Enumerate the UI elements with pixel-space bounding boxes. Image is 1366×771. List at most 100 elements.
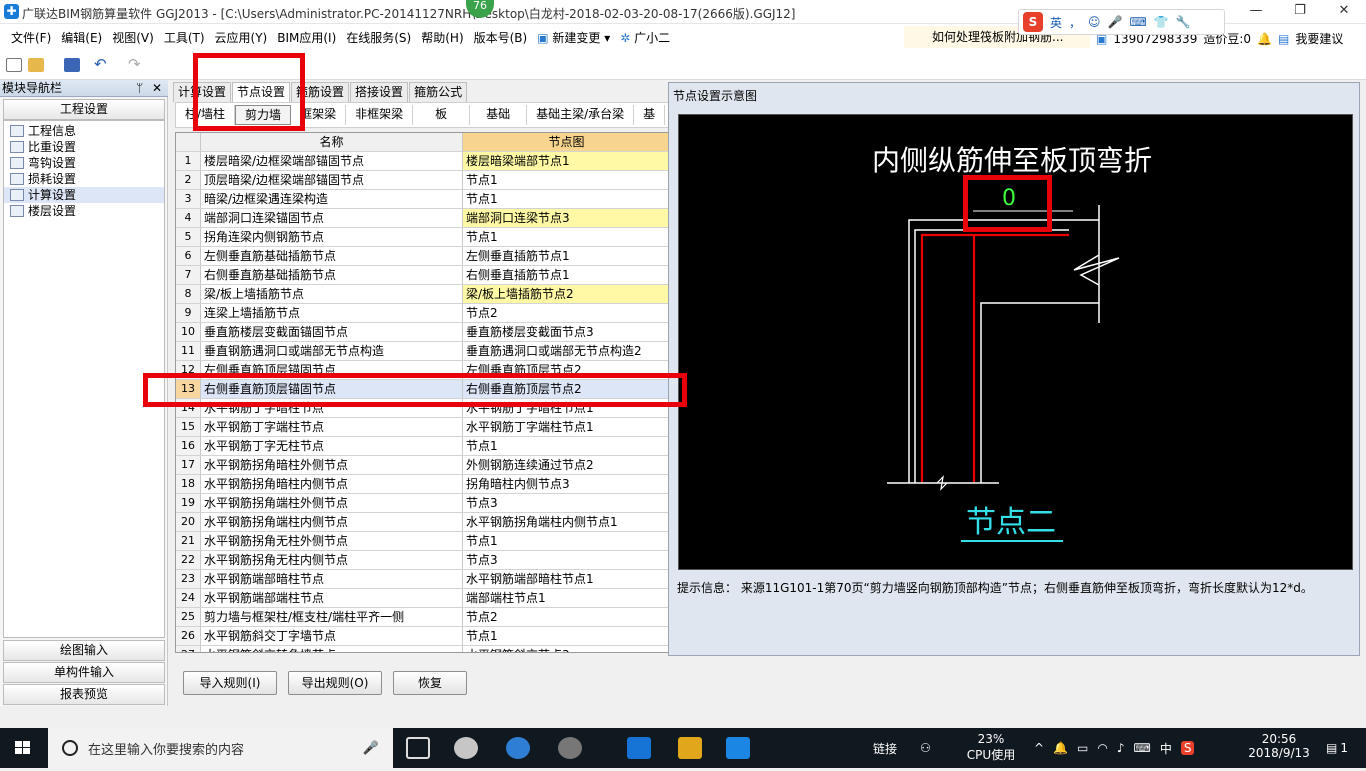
- browser-icon[interactable]: [558, 737, 582, 759]
- table-row[interactable]: 1 楼层暗梁/边框梁端部锚固节点 楼层暗梁端部节点1: [176, 152, 668, 171]
- row-name[interactable]: 水平钢筋拐角端柱外侧节点: [201, 494, 463, 512]
- table-row[interactable]: 4 端部洞口连梁锚固节点 端部洞口连梁节点3: [176, 209, 668, 228]
- section-report-preview[interactable]: 报表预览: [3, 684, 165, 705]
- tools-icon[interactable]: 🔧: [1176, 15, 1191, 29]
- tree-item-loss[interactable]: 损耗设置: [4, 171, 164, 187]
- keyboard-icon[interactable]: ⌨: [1130, 15, 1147, 29]
- pin-icon[interactable]: ᛘ: [136, 80, 143, 96]
- skin-icon[interactable]: 👕: [1154, 15, 1169, 29]
- row-name[interactable]: 垂直筋楼层变截面锚固节点: [201, 323, 463, 341]
- row-name[interactable]: 水平钢筋拐角无柱内侧节点: [201, 551, 463, 569]
- tree-item-floor[interactable]: 楼层设置: [4, 203, 164, 219]
- row-name[interactable]: 端部洞口连梁锚固节点: [201, 209, 463, 227]
- minimize-button[interactable]: —: [1234, 2, 1278, 22]
- table-row[interactable]: 25 剪力墙与框架柱/框支柱/端柱平齐一侧 节点2: [176, 608, 668, 627]
- battery-icon[interactable]: ▭: [1077, 741, 1088, 755]
- fan-app-icon[interactable]: [454, 737, 478, 759]
- bell-icon[interactable]: 🔔: [1257, 32, 1272, 46]
- table-row[interactable]: 5 拐角连梁内侧钢筋节点 节点1: [176, 228, 668, 247]
- row-name[interactable]: 暗梁/边框梁遇连梁构造: [201, 190, 463, 208]
- table-row[interactable]: 6 左侧垂直筋基础插筋节点 左侧垂直插筋节点1: [176, 247, 668, 266]
- table-row[interactable]: 21 水平钢筋拐角无柱外侧节点 节点1: [176, 532, 668, 551]
- restore-button[interactable]: 恢复: [393, 671, 467, 695]
- wifi-icon[interactable]: ◠: [1097, 741, 1107, 755]
- row-node[interactable]: 端部端柱节点1: [463, 589, 668, 607]
- people-icon[interactable]: ⚇: [920, 728, 931, 768]
- action-center[interactable]: ▤ 1: [1326, 728, 1348, 768]
- row-node[interactable]: 节点3: [463, 494, 668, 512]
- row-name[interactable]: 梁/板上墙插筋节点: [201, 285, 463, 303]
- table-row[interactable]: 23 水平钢筋端部暗柱节点 水平钢筋端部暗柱节点1: [176, 570, 668, 589]
- lang-indicator[interactable]: 中: [1160, 740, 1172, 757]
- table-row[interactable]: 26 水平钢筋斜交丁字墙节点 节点1: [176, 627, 668, 646]
- table-row[interactable]: 16 水平钢筋丁字无柱节点 节点1: [176, 437, 668, 456]
- row-node[interactable]: 拐角暗柱内侧节点3: [463, 475, 668, 493]
- row-node[interactable]: 节点1: [463, 228, 668, 246]
- windows-start-button[interactable]: [0, 728, 46, 768]
- row-name[interactable]: 顶层暗梁/边框梁端部锚固节点: [201, 171, 463, 189]
- row-name[interactable]: 垂直钢筋遇洞口或端部无节点构造: [201, 342, 463, 360]
- row-name[interactable]: 水平钢筋拐角无柱外侧节点: [201, 532, 463, 550]
- row-name[interactable]: 拐角连梁内侧钢筋节点: [201, 228, 463, 246]
- save-icon[interactable]: [64, 58, 80, 72]
- row-name[interactable]: 左侧垂直筋基础插筋节点: [201, 247, 463, 265]
- row-node[interactable]: 垂直筋楼层变截面节点3: [463, 323, 668, 341]
- menu-online[interactable]: 在线服务(S): [341, 29, 416, 46]
- tab-stirrup-formula[interactable]: 箍筋公式: [409, 82, 468, 102]
- row-name[interactable]: 水平钢筋斜交丁字墙节点: [201, 627, 463, 645]
- mic-icon[interactable]: 🎤: [1108, 15, 1123, 29]
- close-button[interactable]: ✕: [1322, 2, 1366, 22]
- table-row[interactable]: 27水平钢筋斜交转角墙节点水平钢筋斜交节点3: [176, 646, 668, 652]
- row-node[interactable]: 外侧钢筋连续通过节点2: [463, 456, 668, 474]
- tab-lap-settings[interactable]: 搭接设置: [350, 82, 409, 102]
- table-row[interactable]: 3 暗梁/边框梁遇连梁构造 节点1: [176, 190, 668, 209]
- notification-bell-icon[interactable]: 🔔: [1053, 741, 1068, 755]
- chevron-up-icon[interactable]: ^: [1034, 741, 1044, 755]
- table-row[interactable]: 17 水平钢筋拐角暗柱外侧节点 外侧钢筋连续通过节点2: [176, 456, 668, 475]
- row-name[interactable]: 水平钢筋丁字无柱节点: [201, 437, 463, 455]
- volume-icon[interactable]: ♪: [1117, 741, 1125, 755]
- open-folder-icon[interactable]: [28, 58, 44, 72]
- subtab-more[interactable]: 基: [634, 105, 666, 125]
- section-drawing-input[interactable]: 绘图输入: [3, 640, 165, 661]
- ie-icon[interactable]: [506, 737, 530, 759]
- undo-icon[interactable]: ↶: [94, 55, 107, 73]
- ime-lang[interactable]: 英: [1050, 14, 1062, 31]
- menu-version[interactable]: 版本号(B): [469, 29, 533, 46]
- menu-help[interactable]: 帮助(H): [416, 29, 468, 46]
- menu-guang-xiaoer[interactable]: ✲ 广小二: [615, 29, 675, 46]
- menu-cloud[interactable]: 云应用(Y): [210, 29, 273, 46]
- row-node[interactable]: 水平钢筋端部暗柱节点1: [463, 570, 668, 588]
- menu-tools[interactable]: 工具(T): [159, 29, 210, 46]
- row-node[interactable]: 节点1: [463, 627, 668, 645]
- table-row[interactable]: 7 右侧垂直筋基础插筋节点 右侧垂直插筋节点1: [176, 266, 668, 285]
- close-nav-icon[interactable]: ✕: [152, 80, 162, 96]
- redo-icon[interactable]: ↷: [128, 55, 141, 73]
- export-rules-button[interactable]: 导出规则(O): [288, 671, 382, 695]
- row-name[interactable]: 水平钢筋端部暗柱节点: [201, 570, 463, 588]
- sogou-tray-icon[interactable]: S: [1180, 741, 1195, 755]
- row-node[interactable]: 垂直筋遇洞口或端部无节点构造2: [463, 342, 668, 360]
- section-single-input[interactable]: 单构件输入: [3, 662, 165, 683]
- row-name[interactable]: 水平钢筋斜交转角墙节点: [201, 646, 463, 652]
- clock[interactable]: 20:56 2018/9/13: [1244, 732, 1314, 760]
- tray-link[interactable]: 链接: [873, 728, 897, 768]
- suggest-link[interactable]: 我要建议: [1295, 30, 1343, 47]
- subtab-foundation-beam[interactable]: 基础主梁/承台梁: [527, 105, 635, 125]
- row-name[interactable]: 水平钢筋拐角暗柱外侧节点: [201, 456, 463, 474]
- table-row[interactable]: 2 顶层暗梁/边框梁端部锚固节点 节点1: [176, 171, 668, 190]
- tree-item-density[interactable]: 比重设置: [4, 139, 164, 155]
- row-name[interactable]: 水平钢筋拐角端柱内侧节点: [201, 513, 463, 531]
- row-name[interactable]: 连梁上墙插筋节点: [201, 304, 463, 322]
- table-row[interactable]: 10 垂直筋楼层变截面锚固节点 垂直筋楼层变截面节点3: [176, 323, 668, 342]
- new-file-icon[interactable]: [6, 58, 22, 72]
- microphone-icon[interactable]: 🎤: [363, 741, 379, 756]
- menu-view[interactable]: 视图(V): [107, 29, 159, 46]
- maximize-button[interactable]: ❐: [1278, 2, 1322, 22]
- menu-file[interactable]: 文件(F): [6, 29, 56, 46]
- row-node[interactable]: 节点1: [463, 190, 668, 208]
- row-node[interactable]: 梁/板上墙插筋节点2: [463, 285, 668, 303]
- punct-icon[interactable]: ，: [1069, 14, 1081, 31]
- section-project-settings[interactable]: 工程设置: [3, 99, 165, 120]
- subtab-foundation[interactable]: 基础: [470, 105, 528, 125]
